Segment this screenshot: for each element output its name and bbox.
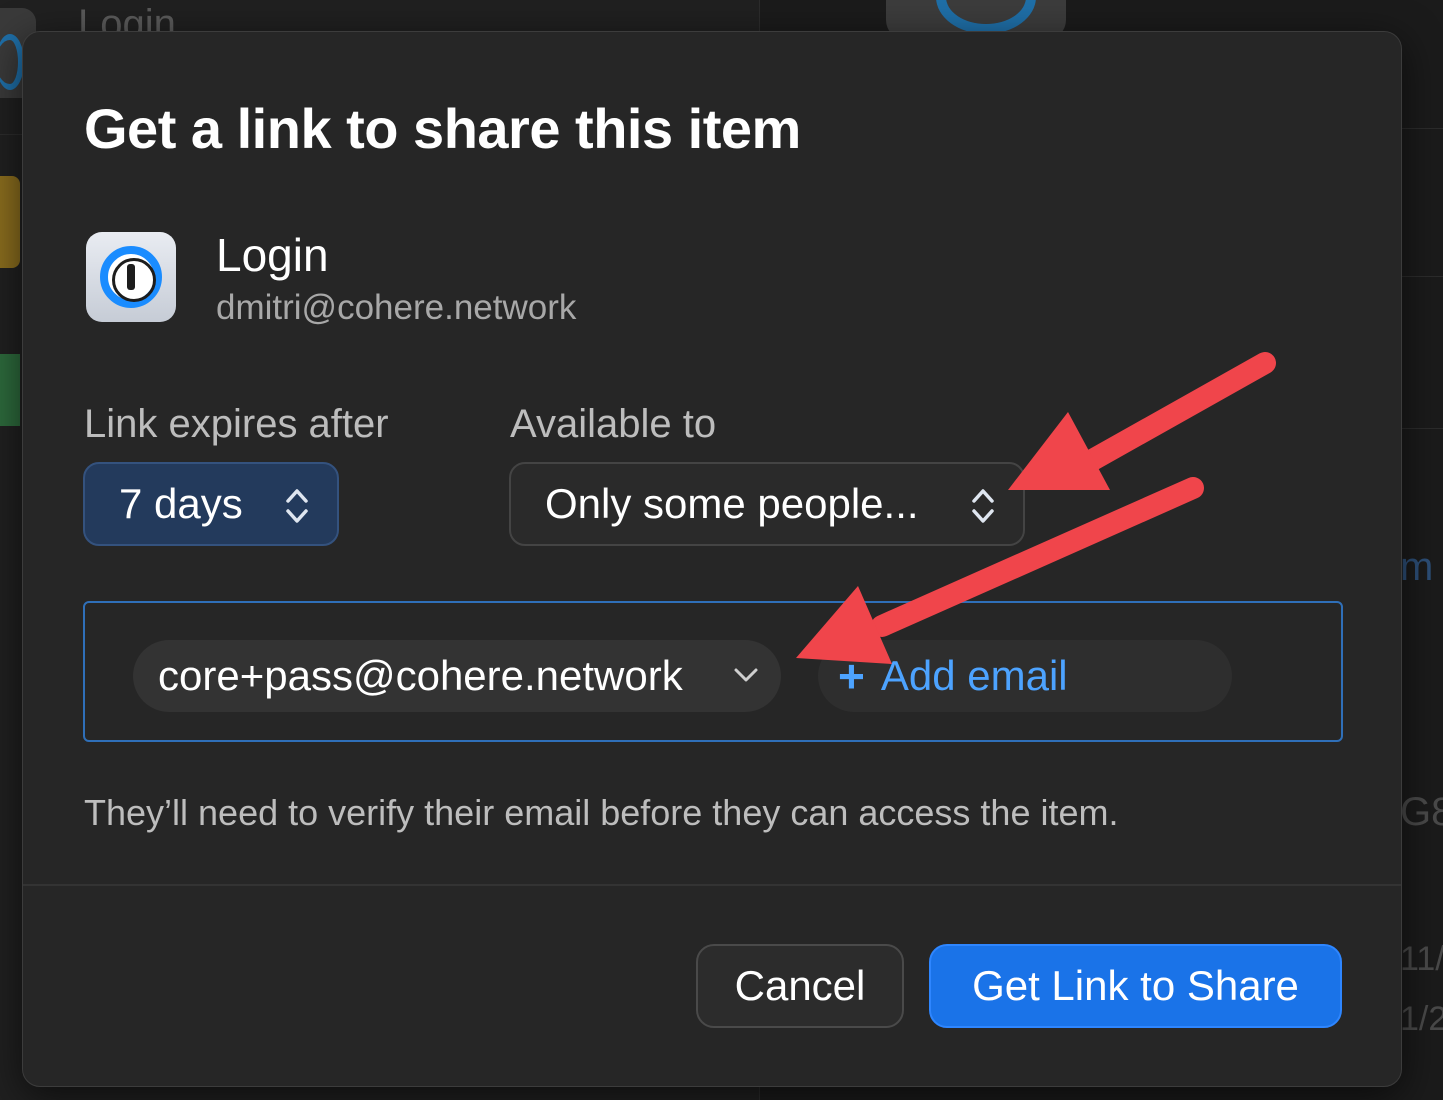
dialog-title: Get a link to share this item <box>84 97 801 160</box>
available-to-select[interactable]: Only some people... <box>509 462 1025 546</box>
up-down-chevron-icon <box>972 489 994 523</box>
background-text: G8 <box>1400 790 1443 834</box>
verify-note: They’ll need to verify their email befor… <box>84 792 1119 833</box>
footer-divider <box>23 884 1401 886</box>
chevron-down-icon <box>734 668 758 682</box>
get-link-button[interactable]: Get Link to Share <box>929 944 1342 1028</box>
expires-select[interactable]: 7 days <box>83 462 339 546</box>
background-divider <box>1400 276 1443 277</box>
background-text: m <box>1400 545 1434 589</box>
background-divider <box>1400 428 1443 429</box>
expires-label: Link expires after <box>84 402 389 446</box>
add-email-label: Add email <box>880 652 1068 699</box>
email-chip-label: core+pass@cohere.network <box>158 652 683 699</box>
item-name: Login <box>216 229 329 281</box>
expires-value: 7 days <box>119 480 243 527</box>
1password-icon <box>86 232 176 322</box>
email-chip[interactable]: core+pass@cohere.network <box>133 640 781 712</box>
background-yellow-item-icon <box>0 176 20 268</box>
recipients-field[interactable]: core+pass@cohere.network + Add email <box>83 601 1343 742</box>
background-text: 1/2 <box>1400 1000 1443 1038</box>
available-label: Available to <box>510 402 717 446</box>
background-text: 11/ <box>1400 940 1443 978</box>
plus-icon: + <box>838 650 865 702</box>
up-down-chevron-icon <box>286 489 308 523</box>
add-email-button[interactable]: + Add email <box>818 640 1232 712</box>
background-green-item-icon <box>0 354 20 426</box>
share-dialog: Get a link to share this item Login dmit… <box>22 31 1402 1087</box>
cancel-button[interactable]: Cancel <box>696 944 904 1028</box>
item-username: dmitri@cohere.network <box>216 288 577 327</box>
background-divider <box>1400 128 1443 129</box>
available-value: Only some people... <box>545 480 919 527</box>
